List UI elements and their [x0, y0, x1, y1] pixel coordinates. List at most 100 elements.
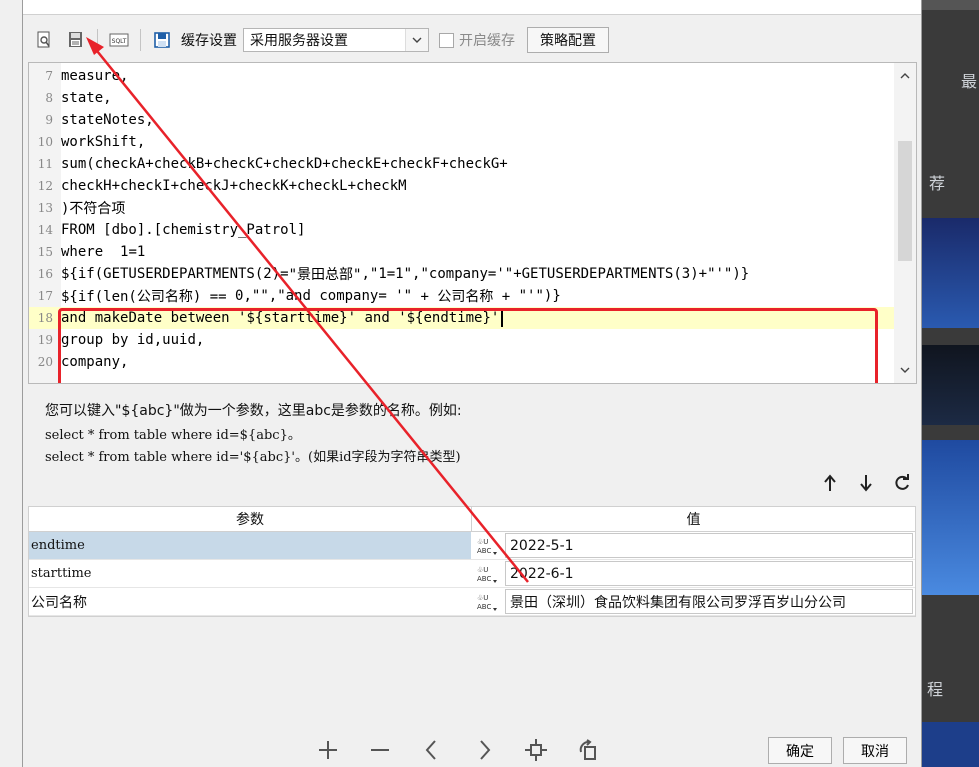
- rotate-icon[interactable]: [575, 737, 601, 763]
- chevron-left-icon[interactable]: [419, 737, 445, 763]
- line-number: 12: [37, 179, 53, 193]
- code-function: sum: [61, 156, 87, 172]
- code-line: 7 measure,: [29, 65, 894, 87]
- add-icon[interactable]: [315, 737, 341, 763]
- line-number: 8: [45, 91, 53, 105]
- cache-mode-select[interactable]: 采用服务器设置: [243, 28, 429, 52]
- center-icon[interactable]: [523, 737, 549, 763]
- chevron-right-icon[interactable]: [471, 737, 497, 763]
- code-line-current: 18 and makeDate between '${starttime}' a…: [29, 307, 894, 329]
- code-line: 12 checkH+checkI+checkJ+checkK+checkL+ch…: [29, 175, 894, 197]
- code-text: ${if(len(公司名称) ==: [61, 289, 236, 305]
- right-background-panel: 最 荐 程: [921, 0, 979, 767]
- line-number: 16: [37, 267, 53, 281]
- hint-line-1: 您可以键入"${abc}"做为一个参数，这里abc是参数的名称。例如:: [45, 403, 462, 419]
- code-number: 1=1: [103, 244, 146, 260]
- scroll-down-icon[interactable]: [894, 361, 916, 379]
- preview-icon[interactable]: [33, 29, 55, 51]
- chevron-down-icon[interactable]: [405, 29, 428, 51]
- checkbox-box[interactable]: [439, 32, 454, 48]
- bg-bar: [921, 0, 979, 10]
- line-number: 19: [37, 333, 53, 347]
- code-text: ,: [361, 266, 370, 282]
- code-text: ,: [412, 266, 421, 282]
- code-keyword: group by: [61, 332, 129, 348]
- line-number: 18: [37, 311, 53, 325]
- code-text: state,: [61, 90, 112, 106]
- code-line: 10 workShift,: [29, 131, 894, 153]
- code-line: 20 company,: [29, 351, 894, 373]
- code-line: 15 where 1=1: [29, 241, 894, 263]
- code-number: 3: [681, 266, 691, 282]
- code-text: )=: [271, 266, 289, 282]
- type-abc-icon[interactable]: ♧U ABC: [471, 588, 503, 615]
- svg-text:♧U: ♧U: [477, 538, 488, 546]
- sql-format-icon[interactable]: SQLT: [108, 29, 130, 51]
- param-value-input[interactable]: 2022-5-1: [505, 533, 913, 558]
- svg-text:♧U: ♧U: [477, 594, 488, 602]
- code-line: 14 FROM [dbo].[chemistry_Patrol]: [29, 219, 894, 241]
- code-string: "and company= '": [277, 288, 413, 304]
- dataset-nav: [315, 732, 601, 767]
- param-name: endtime: [29, 532, 471, 559]
- code-line: 19 group by id,uuid,: [29, 329, 894, 351]
- code-string: '${starttime}': [229, 310, 365, 326]
- ok-button[interactable]: 确定: [768, 737, 832, 764]
- code-text: )}: [543, 288, 561, 304]
- dataset-editor-dialog: SQLT 缓存设置 采用服务器设置 开启缓存 策略配置 7 measure, 8…: [22, 0, 922, 767]
- line-number: 15: [37, 245, 53, 259]
- code-text: workShift,: [61, 134, 146, 150]
- parameter-table: 参数 值 endtime ♧U ABC 2022-5-1 starttime ♧U…: [28, 506, 916, 617]
- cache-settings-label: 缓存设置: [181, 33, 237, 49]
- move-up-icon[interactable]: [819, 472, 841, 494]
- param-value-input[interactable]: 2022-6-1: [505, 561, 913, 586]
- code-text: (checkA+checkB+checkC+checkD+checkE+chec…: [86, 156, 508, 172]
- code-text: ${if(GETUSERDEPARTMENTS(: [61, 266, 264, 282]
- header-value: 值: [686, 512, 701, 528]
- move-down-icon[interactable]: [855, 472, 877, 494]
- table-row[interactable]: starttime ♧U ABC 2022-6-1: [29, 560, 915, 588]
- code-line: 8 state,: [29, 87, 894, 109]
- parameter-tools: [819, 472, 913, 494]
- code-text: makeDate: [86, 310, 171, 326]
- type-abc-icon[interactable]: ♧U ABC: [471, 560, 503, 587]
- code-keyword: where: [61, 244, 104, 260]
- enable-cache-label: 开启缓存: [459, 33, 515, 49]
- bg-banner-1: [921, 218, 979, 328]
- sql-editor[interactable]: 7 measure, 8 state, 9 stateNotes, 10 wor…: [28, 62, 917, 384]
- save-sql-icon[interactable]: [65, 29, 87, 51]
- remove-icon[interactable]: [367, 737, 393, 763]
- bg-text-2: 荐: [929, 174, 946, 193]
- code-text: ,: [243, 288, 252, 304]
- param-name: starttime: [31, 566, 92, 581]
- editor-scrollbar[interactable]: [894, 63, 916, 383]
- svg-text:ABC: ABC: [477, 575, 491, 583]
- code-keyword: between: [170, 310, 230, 326]
- dialog-footer: 确定 取消: [23, 732, 921, 767]
- line-number: 11: [37, 157, 53, 171]
- bg-banner-4: [921, 722, 979, 767]
- code-text: stateNotes,: [61, 112, 154, 128]
- cache-settings-icon: [151, 29, 173, 51]
- hint-line-2: select * from table where id=${abc}。: [45, 428, 301, 443]
- scroll-thumb[interactable]: [898, 141, 912, 261]
- line-number: 14: [37, 223, 53, 237]
- table-row[interactable]: endtime ♧U ABC 2022-5-1: [29, 532, 915, 560]
- code-text: company,: [61, 354, 129, 370]
- table-row[interactable]: 公司名称 ♧U ABC 景田（深圳）食品饮料集团有限公司罗浮百岁山分公司: [29, 588, 915, 616]
- type-abc-icon[interactable]: ♧U ABC: [471, 532, 503, 559]
- code-text: )}: [732, 266, 750, 282]
- svg-text:ABC: ABC: [477, 547, 491, 555]
- bg-text-1: 最: [961, 72, 978, 91]
- refresh-icon[interactable]: [891, 472, 913, 494]
- hint-line-3: select * from table where id='${abc}'。(如…: [45, 450, 461, 465]
- enable-cache-checkbox[interactable]: 开启缓存: [439, 30, 515, 50]
- param-value-input[interactable]: 景田（深圳）食品饮料集团有限公司罗浮百岁山分公司: [505, 589, 913, 614]
- code-text: measure,: [61, 68, 129, 84]
- code-string: "1=1": [369, 266, 413, 282]
- cancel-button[interactable]: 取消: [843, 737, 907, 764]
- svg-text:♧U: ♧U: [477, 566, 488, 574]
- strategy-config-button[interactable]: 策略配置: [527, 27, 609, 53]
- code-string: "company='": [420, 266, 514, 282]
- scroll-up-icon[interactable]: [894, 67, 916, 85]
